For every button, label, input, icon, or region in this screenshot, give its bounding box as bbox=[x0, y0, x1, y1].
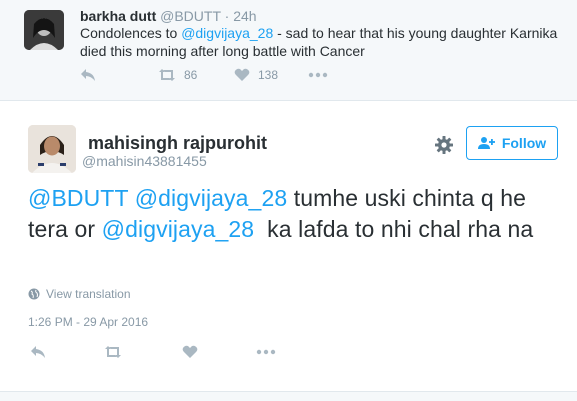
more-button[interactable] bbox=[308, 68, 328, 82]
like-icon bbox=[234, 68, 250, 81]
avatar-image bbox=[24, 10, 64, 50]
mention-link[interactable]: @digvijaya_28 bbox=[102, 216, 255, 242]
more-button[interactable] bbox=[256, 345, 276, 359]
parent-header: barkha dutt @BDUTT · 24h bbox=[80, 8, 257, 24]
separator-dot: · bbox=[224, 8, 230, 24]
tweet-text: @BDUTT @digvijaya_28 tumhe uski chinta q… bbox=[28, 183, 548, 245]
reply-button[interactable] bbox=[30, 345, 46, 359]
mention-link[interactable]: @digvijaya_28 bbox=[181, 25, 273, 41]
tweet-timestamp[interactable]: 1:26 PM - 29 Apr 2016 bbox=[28, 315, 148, 329]
reply-button[interactable] bbox=[80, 68, 96, 82]
author-handle[interactable]: @mahisin43881455 bbox=[82, 153, 207, 169]
main-tweet: mahisingh rajpurohit @mahisin43881455 Fo… bbox=[0, 101, 577, 391]
follow-person-icon bbox=[477, 137, 495, 149]
retweet-button[interactable]: 86 bbox=[158, 68, 197, 82]
retweet-icon bbox=[105, 346, 121, 358]
like-button[interactable] bbox=[182, 345, 198, 359]
view-translation-link[interactable]: View translation bbox=[28, 287, 131, 301]
retweet-button[interactable] bbox=[104, 345, 122, 359]
follow-label: Follow bbox=[501, 135, 547, 151]
follow-button[interactable]: Follow bbox=[466, 126, 558, 160]
like-icon bbox=[182, 345, 198, 358]
reply-icon bbox=[81, 69, 95, 81]
like-count: 138 bbox=[258, 68, 279, 82]
more-icon bbox=[256, 349, 276, 355]
text-segment: Condolences to bbox=[80, 25, 182, 41]
like-button[interactable]: 138 bbox=[234, 68, 278, 82]
reply-icon bbox=[31, 346, 45, 358]
mention-link[interactable]: @BDUTT bbox=[28, 185, 128, 211]
retweet-icon bbox=[159, 69, 175, 81]
parent-tweet[interactable]: barkha dutt @BDUTT · 24h Condolences to … bbox=[0, 0, 577, 101]
parent-tweet-text: Condolences to @digvijaya_28 - sad to he… bbox=[80, 24, 560, 60]
avatar[interactable] bbox=[24, 10, 64, 50]
text-segment: ka lafda to nhi chal rha na bbox=[254, 216, 534, 242]
gear-button[interactable] bbox=[434, 135, 454, 155]
parent-author-name[interactable]: barkha dutt bbox=[80, 8, 156, 24]
more-icon bbox=[308, 72, 328, 78]
parent-author-handle[interactable]: @BDUTT bbox=[160, 8, 221, 24]
parent-tweet-time[interactable]: 24h bbox=[233, 8, 256, 24]
mention-link[interactable]: @digvijaya_28 bbox=[135, 185, 288, 211]
gear-icon bbox=[435, 136, 453, 154]
translate-label: View translation bbox=[46, 287, 131, 301]
author-name[interactable]: mahisingh rajpurohit bbox=[88, 133, 267, 154]
avatar-image bbox=[28, 125, 76, 173]
globe-icon bbox=[28, 288, 40, 300]
retweet-count: 86 bbox=[184, 68, 198, 82]
avatar[interactable] bbox=[28, 125, 76, 173]
